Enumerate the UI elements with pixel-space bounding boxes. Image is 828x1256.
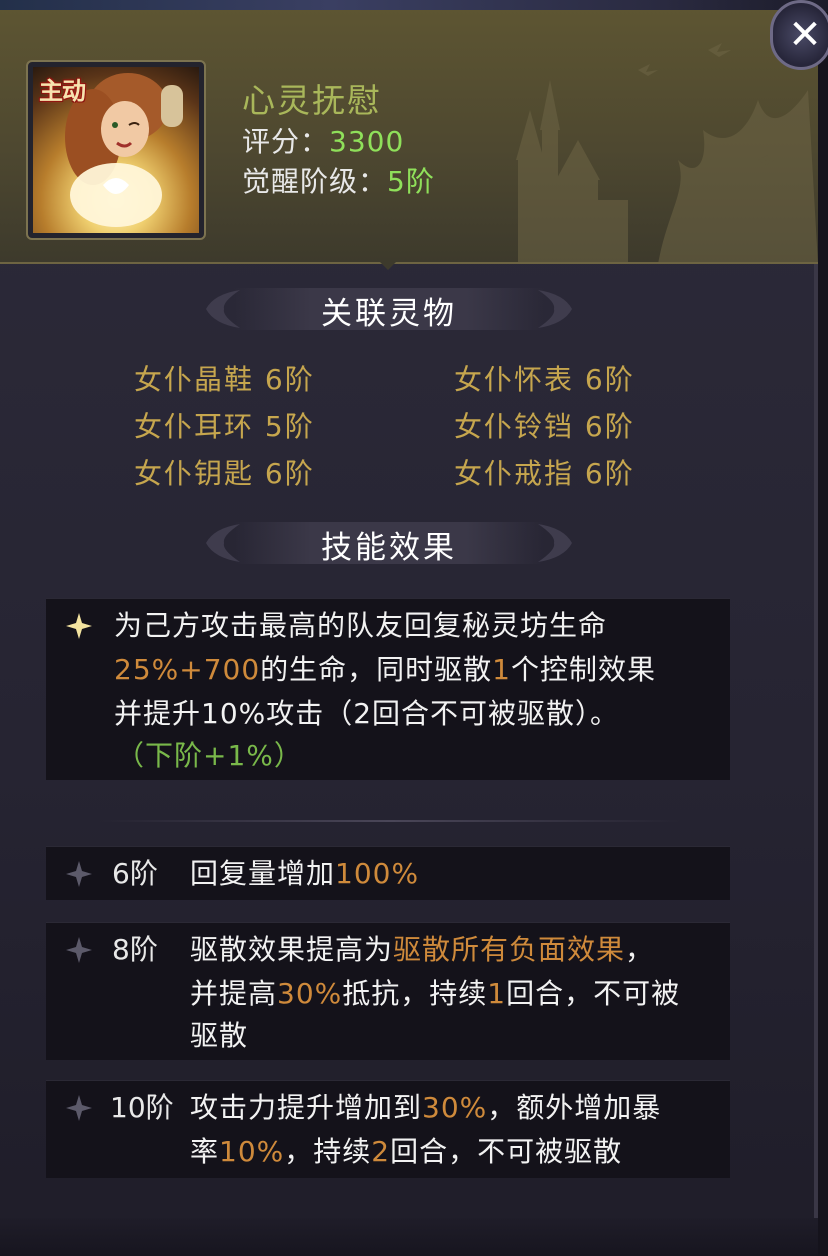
tier-effect-line: 驱散 <box>190 1019 249 1052</box>
effect-text: 个控制效果 <box>510 653 656 686</box>
effect-section-title: 技能效果 <box>321 530 457 566</box>
effect-value: 30% <box>277 977 343 1010</box>
effect-value: 100% <box>335 857 420 890</box>
awaken-line: 觉醒阶级：5阶 <box>242 160 435 200</box>
effect-text: 率 <box>190 1135 220 1168</box>
effect-section-header: 技能效果 <box>200 514 578 572</box>
effect-value: 驱散所有负面效果 <box>393 933 626 966</box>
tier-effect-line: 驱散效果提高为驱散所有负面效果， <box>190 927 654 973</box>
tier-effect-line: 并提高30%抵抗，持续1回合，不可被 <box>190 971 680 1017</box>
effect-text: 回合，不可被驱散 <box>390 1135 623 1168</box>
tier-effect-line: 率10%，持续2回合，不可被驱散 <box>190 1129 622 1175</box>
skill-name: 心灵抚慰 <box>242 81 382 120</box>
related-item: 女仆耳环 5阶 <box>134 410 315 443</box>
main-effect-line: 25%+700的生命，同时驱散1个控制效果 <box>114 647 656 693</box>
effect-text: 抵抗，持续 <box>342 977 488 1010</box>
awaken-value: 5阶 <box>387 165 435 198</box>
effect-text: ， <box>625 933 655 966</box>
active-skill-tag: 主动 <box>39 77 86 105</box>
effect-value: 2 <box>371 1135 391 1168</box>
next-level-bonus: （下阶+1%） <box>116 739 303 772</box>
sparkle-icon <box>66 861 92 887</box>
close-button[interactable]: ✕ <box>770 0 828 70</box>
tier-level: 8阶 <box>112 933 158 966</box>
effect-value: 1 <box>487 977 507 1010</box>
effect-text: ，持续 <box>284 1135 372 1168</box>
dispel-count: 1 <box>492 653 511 686</box>
divider <box>100 820 680 822</box>
related-section-title: 关联灵物 <box>321 296 457 332</box>
effect-text: 并提高 <box>190 977 278 1010</box>
effect-text: 的生命，同时驱散 <box>260 653 493 686</box>
header-notch-decoration <box>376 258 400 270</box>
main-effect-line: 并提升10%攻击（2回合不可被驱散）。 <box>114 697 620 730</box>
sparkle-icon <box>66 937 92 963</box>
tier-10-block: 10阶 攻击力提升增加到30%，额外增加暴 率10%，持续2回合，不可被驱散 <box>46 1080 730 1178</box>
score-label: 评分： <box>242 125 330 158</box>
heal-amount: 25%+700 <box>114 653 261 686</box>
tier-effect-line: 回复量增加100% <box>190 851 419 897</box>
effect-value: 30% <box>422 1091 488 1124</box>
tier-effect-line: 攻击力提升增加到30%，额外增加暴 <box>190 1085 661 1131</box>
castle-silhouette-decoration <box>516 43 818 262</box>
score-line: 评分：3300 <box>242 120 404 160</box>
effect-text: 驱散效果提高为 <box>190 933 394 966</box>
tier-level: 6阶 <box>112 857 158 890</box>
awaken-label: 觉醒阶级： <box>242 165 388 198</box>
sparkle-icon <box>66 613 92 639</box>
score-value: 3300 <box>329 125 405 158</box>
skill-header: 主动 心灵抚慰 评分：3300 觉醒阶级：5阶 <box>0 10 818 264</box>
main-effect-line: 为己方攻击最高的队友回复秘灵坊生命 <box>114 609 608 642</box>
close-icon: ✕ <box>788 12 822 58</box>
sparkle-icon <box>66 1095 92 1121</box>
tier-level: 10阶 <box>110 1091 174 1124</box>
related-item: 女仆晶鞋 6阶 <box>134 363 315 396</box>
effect-text: 回合，不可被 <box>506 977 681 1010</box>
panel-bottom <box>0 1218 818 1256</box>
tier-8-block: 8阶 驱散效果提高为驱散所有负面效果， 并提高30%抵抗，持续1回合，不可被 驱… <box>46 922 730 1060</box>
related-section-header: 关联灵物 <box>200 280 578 338</box>
related-item: 女仆戒指 6阶 <box>454 457 635 490</box>
effect-text: 回复量增加 <box>190 857 336 890</box>
tier-6-block: 6阶 回复量增加100% <box>46 846 730 900</box>
effect-text: 攻击力提升增加到 <box>190 1091 423 1124</box>
related-item: 女仆铃铛 6阶 <box>454 410 635 443</box>
skill-portrait: 主动 <box>26 60 206 240</box>
effect-text: ，额外增加暴 <box>487 1091 662 1124</box>
main-effect-block: 为己方攻击最高的队友回复秘灵坊生命 25%+700的生命，同时驱散1个控制效果 … <box>46 598 730 780</box>
related-item: 女仆钥匙 6阶 <box>134 457 315 490</box>
effect-value: 10% <box>219 1135 285 1168</box>
related-item: 女仆怀表 6阶 <box>454 363 635 396</box>
